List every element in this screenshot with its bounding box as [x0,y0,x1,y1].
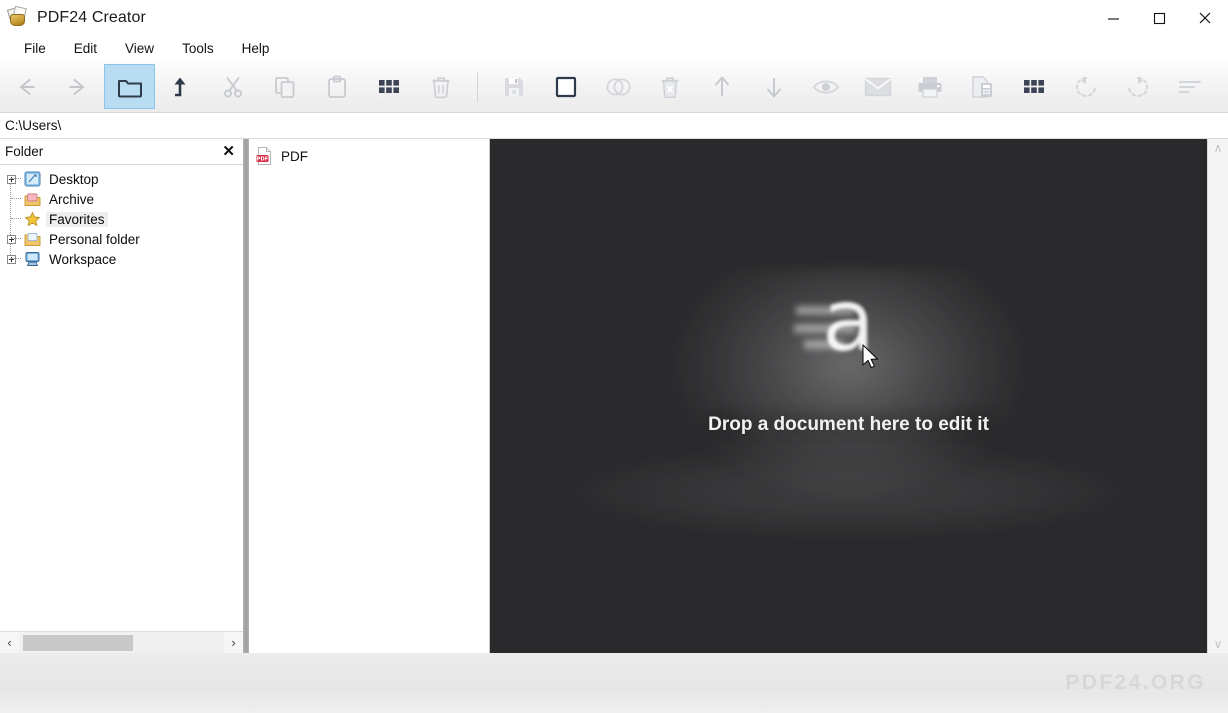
scrollbar-thumb[interactable] [23,634,133,651]
print-icon[interactable] [904,62,956,112]
maximize-icon[interactable] [1136,0,1182,36]
scroll-right-icon[interactable]: › [224,631,243,654]
tree-connector [11,218,21,219]
drop-zone[interactable]: a Drop a document here to edit it [490,139,1207,653]
fax-icon[interactable] [956,62,1008,112]
menu-item-view[interactable]: View [111,36,168,61]
address-path: C:\Users\ [5,118,62,133]
pdf24-bag-icon [6,5,29,29]
tree-item-label: Desktop [49,171,99,187]
file-list-panel[interactable]: PDF PDF [249,139,490,653]
archive-icon [22,192,42,207]
save-icon[interactable] [488,62,540,112]
toolbar-separator [477,71,478,102]
folder-icon [22,232,42,247]
svg-text:PDF: PDF [257,156,269,162]
window-title: PDF24 Creator [37,9,146,26]
mouse-pointer-icon [861,344,881,377]
expander-icon[interactable] [0,234,22,244]
status-footer: PDF24.ORG [0,653,1228,713]
tree-connector [11,178,21,179]
toolbar-group-navigation [0,62,467,112]
back-icon[interactable] [0,62,52,112]
address-bar[interactable]: C:\Users\ [0,113,1228,139]
rotate-left-icon[interactable] [1060,62,1112,112]
tree-item-personal-folder[interactable]: Personal folder [0,229,243,249]
tree-horizontal-scrollbar[interactable]: ‹ › [0,631,243,654]
tree-item-desktop[interactable]: Desktop [0,169,243,189]
pdf-file-icon: PDF [255,146,275,166]
tree-connector [11,198,21,199]
main-area: Folder ✕ Desktop Archive Favorites Perso… [0,139,1228,654]
tree-connector [11,238,21,239]
expander-icon[interactable] [0,254,22,264]
tree-item-archive[interactable]: Archive [0,189,243,209]
trash-icon[interactable] [415,62,467,112]
tree-connector [11,258,21,259]
title-bar: PDF24 Creator [0,0,1228,36]
mail-icon[interactable] [852,62,904,112]
forward-icon[interactable] [52,62,104,112]
star-icon [22,211,42,227]
grid-view-icon[interactable] [1008,62,1060,112]
desktop-icon [22,171,42,187]
menu-item-file[interactable]: File [10,36,60,61]
document-drop-area[interactable]: a Drop a document here to edit it [490,139,1207,653]
up-icon[interactable] [155,62,207,112]
merge-icon[interactable] [592,62,644,112]
pdf24-watermark: PDF24.ORG [1065,671,1206,694]
toolbar-group-document [488,62,1216,112]
select-page-icon[interactable] [540,62,592,112]
scrollbar-track[interactable] [19,631,224,654]
scroll-left-icon[interactable]: ‹ [0,631,19,654]
close-panel-icon[interactable]: ✕ [222,144,235,159]
rotate-right-icon[interactable] [1112,62,1164,112]
window-controls [1090,0,1228,36]
pdf24-creator-window: PDF24 Creator File Edit View Tools Help [0,0,1228,713]
grid-icon[interactable] [363,62,415,112]
menu-item-edit[interactable]: Edit [60,36,111,61]
paste-icon[interactable] [311,62,363,112]
menu-item-tools[interactable]: Tools [168,36,228,61]
preview-eye-icon[interactable] [800,62,852,112]
move-up-icon[interactable] [696,62,748,112]
scroll-up-icon[interactable]: ∧ [1214,142,1223,154]
delete-page-icon[interactable] [644,62,696,112]
main-toolbar [0,61,1228,113]
drop-instruction-text: Drop a document here to edit it [708,414,989,435]
close-icon[interactable] [1182,0,1228,36]
tree-item-favorites[interactable]: Favorites [0,209,243,229]
tree-item-label: Favorites [46,211,108,227]
list-item[interactable]: PDF PDF [249,144,489,168]
menu-item-help[interactable]: Help [228,36,284,61]
cut-icon[interactable] [207,62,259,112]
file-name-label: PDF [281,148,308,164]
folder-panel-title: Folder [5,144,44,159]
preview-vertical-scrollbar[interactable]: ∧ ∨ [1207,139,1228,653]
tree-item-label: Workspace [49,251,117,267]
scroll-down-icon[interactable]: ∨ [1214,638,1223,650]
drop-glyph-icon: a [793,266,904,376]
sort-icon[interactable] [1164,62,1216,112]
minimize-icon[interactable] [1090,0,1136,36]
move-down-icon[interactable] [748,62,800,112]
folder-icon[interactable] [104,64,155,109]
folder-tree: Desktop Archive Favorites Personal folde… [0,165,243,631]
tree-item-label: Archive [49,191,95,207]
copy-icon[interactable] [259,62,311,112]
tree-item-label: Personal folder [49,231,140,247]
computer-icon [22,251,42,267]
tree-item-workspace[interactable]: Workspace [0,249,243,269]
menu-bar: File Edit View Tools Help [0,36,1228,61]
glow-decoration-bar [568,447,1129,537]
folder-tree-panel: Folder ✕ Desktop Archive Favorites Perso… [0,139,243,654]
folder-panel-header: Folder ✕ [0,139,243,165]
expander-icon[interactable] [0,174,22,184]
